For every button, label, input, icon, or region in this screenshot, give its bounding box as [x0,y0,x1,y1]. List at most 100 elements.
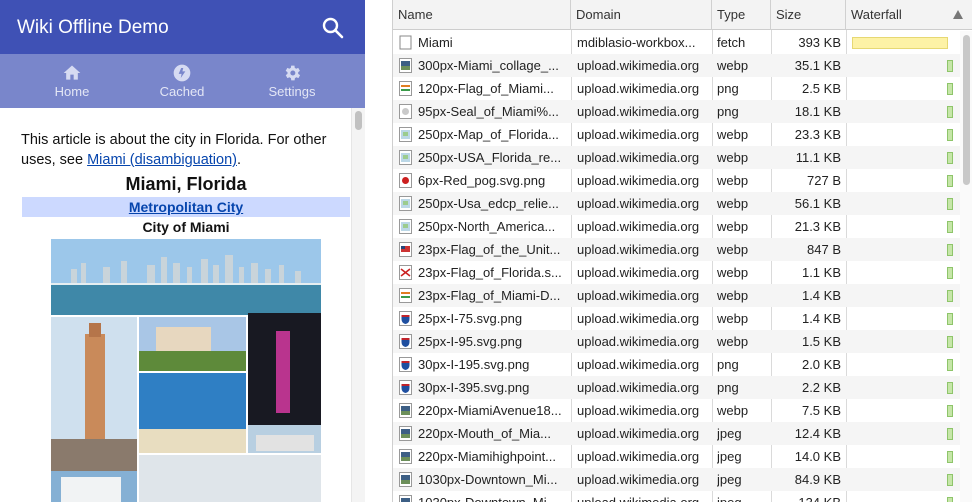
table-row[interactable]: 23px-Flag_of_the_Unit... upload.wikimedia… [393,238,972,261]
disambiguation-link[interactable]: Miami (disambiguation) [87,152,237,168]
request-domain: upload.wikimedia.org [577,311,700,326]
tab-cached[interactable]: Cached [127,54,237,108]
map-thumbnail-icon [399,196,412,211]
network-scrollbar[interactable] [960,31,972,502]
request-type: webp [717,265,749,280]
table-row[interactable]: 1030px-Downtown_Mi... upload.wikimedia.or… [393,491,972,502]
image-thumbnail-icon [399,403,412,418]
waterfall-bar [947,336,953,348]
request-type: png [717,81,739,96]
table-row[interactable]: 250px-Usa_edcp_relie... upload.wikimedia.… [393,192,972,215]
map-thumbnail-icon [399,127,412,142]
table-row[interactable]: 23px-Flag_of_Florida.s... upload.wikimedi… [393,261,972,284]
table-row[interactable]: 25px-I-95.svg.png upload.wikimedia.org web… [393,330,972,353]
infobox-city-name: City of Miami [142,219,230,235]
tab-settings[interactable]: Settings [237,54,347,108]
request-name-text: 250px-USA_Florida_re... [418,150,562,165]
table-row[interactable]: Miami mdiblasio-workbox... fetch 393 KB [393,31,972,54]
waterfall-bar [947,382,953,394]
table-row[interactable]: 250px-USA_Florida_re... upload.wikimedia.… [393,146,972,169]
table-row[interactable]: 30px-I-195.svg.png upload.wikimedia.org pn… [393,353,972,376]
table-row[interactable]: 220px-Mouth_of_Mia... upload.wikimedia.or… [393,422,972,445]
request-name-text: 6px-Red_pog.svg.png [418,173,546,188]
column-header-type[interactable]: Type [712,0,771,30]
request-domain: upload.wikimedia.org [577,219,700,234]
column-header-domain[interactable]: Domain [571,0,712,30]
table-row[interactable]: 220px-Miamihighpoint... upload.wikimedia.… [393,445,972,468]
article-scrollbar-thumb[interactable] [355,111,362,130]
request-name: 220px-Mouth_of_Mia... [398,422,570,445]
waterfall-bar [947,290,953,302]
table-row[interactable]: 95px-Seal_of_Miami%... upload.wikimedia.o… [393,100,972,123]
table-row[interactable]: 1030px-Downtown_Mi... upload.wikimedia.or… [393,468,972,491]
table-row[interactable]: 30px-I-395.svg.png upload.wikimedia.org pn… [393,376,972,399]
interstate-shield-icon [399,380,412,395]
tab-home[interactable]: Home [17,54,127,108]
request-name: 300px-Miami_collage_... [398,54,570,77]
table-row[interactable]: 300px-Miami_collage_... upload.wikimedia.… [393,54,972,77]
metropolitan-city-link[interactable]: Metropolitan City [129,199,243,215]
request-size: 2.5 KB [801,81,841,96]
request-domain: upload.wikimedia.org [577,491,710,502]
app-bar: Wiki Offline Demo [0,0,365,54]
request-type: webp [717,173,749,188]
waterfall-bar [947,474,953,486]
request-domain: upload.wikimedia.org [577,265,700,280]
infobox-title: Miami, Florida [125,174,247,194]
offline-bolt-icon [173,64,191,82]
table-row[interactable]: 23px-Flag_of_Miami-D... upload.wikimedia.… [393,284,972,307]
network-scrollbar-thumb[interactable] [963,35,970,185]
request-type: webp [717,334,749,349]
app-title: Wiki Offline Demo [17,17,169,38]
request-type: webp [717,150,749,165]
article-scrollbar[interactable] [351,108,365,502]
request-name-text: 220px-MiamiAvenue18... [418,403,562,418]
request-name: 1030px-Downtown_Mi... [398,491,570,502]
request-name-text: 250px-Usa_edcp_relie... [418,196,559,211]
request-size: 56.1 KB [794,196,841,211]
waterfall-bar [947,267,953,279]
hatnote: This article is about the city in Florid… [21,130,336,170]
request-name: 95px-Seal_of_Miami%... [398,100,570,123]
request-size: 18.1 KB [794,104,841,119]
sort-triangle-icon [953,10,963,19]
request-size: 847 B [807,242,841,257]
florida-flag-icon [399,265,412,280]
request-type: jpeg [717,449,742,464]
column-header-waterfall[interactable]: Waterfall [846,0,972,30]
map-thumbnail-icon [399,219,412,234]
table-row[interactable]: 25px-I-75.svg.png upload.wikimedia.org web… [393,307,972,330]
request-size: 1.4 KB [801,288,841,303]
hatnote-period: . [236,152,242,168]
request-name: 1030px-Downtown_Mi... [398,468,570,491]
request-name: 30px-I-395.svg.png [398,376,570,399]
column-header-name[interactable]: Name [393,0,571,30]
request-type: jpeg [717,491,771,502]
table-row[interactable]: 120px-Flag_of_Miami... upload.wikimedia.o… [393,77,972,100]
red-dot-icon [399,173,412,188]
request-name-text: 300px-Miami_collage_... [418,58,559,73]
tab-cached-label: Cached [159,84,205,99]
request-name: 23px-Flag_of_the_Unit... [398,238,570,261]
request-name: 250px-Map_of_Florida... [398,123,570,146]
network-panel: Name Domain Type Size Waterfall Miami mdi… [392,0,972,502]
waterfall-header-label: Waterfall [851,7,902,22]
waterfall-bar [947,152,953,164]
waterfall-bar [947,497,953,502]
request-type: webp [717,288,749,303]
request-name-text: 23px-Flag_of_Florida.s... [418,265,562,280]
table-row[interactable]: 250px-Map_of_Florida... upload.wikimedia.… [393,123,972,146]
table-row[interactable]: 220px-MiamiAvenue18... upload.wikimedia.o… [393,399,972,422]
request-size: 393 KB [798,35,841,50]
request-size: 21.3 KB [794,219,841,234]
home-icon [63,65,81,80]
bottom-nav: Home Cached Settings [0,54,365,108]
table-row[interactable]: 6px-Red_pog.svg.png upload.wikimedia.org w… [393,169,972,192]
request-type: webp [717,127,749,142]
request-name: 25px-I-75.svg.png [398,307,570,330]
table-row[interactable]: 250px-North_America... upload.wikimedia.o… [393,215,972,238]
search-icon[interactable] [321,16,345,40]
column-header-size[interactable]: Size [771,0,846,30]
request-domain: upload.wikimedia.org [577,127,700,142]
request-domain: upload.wikimedia.org [577,196,700,211]
